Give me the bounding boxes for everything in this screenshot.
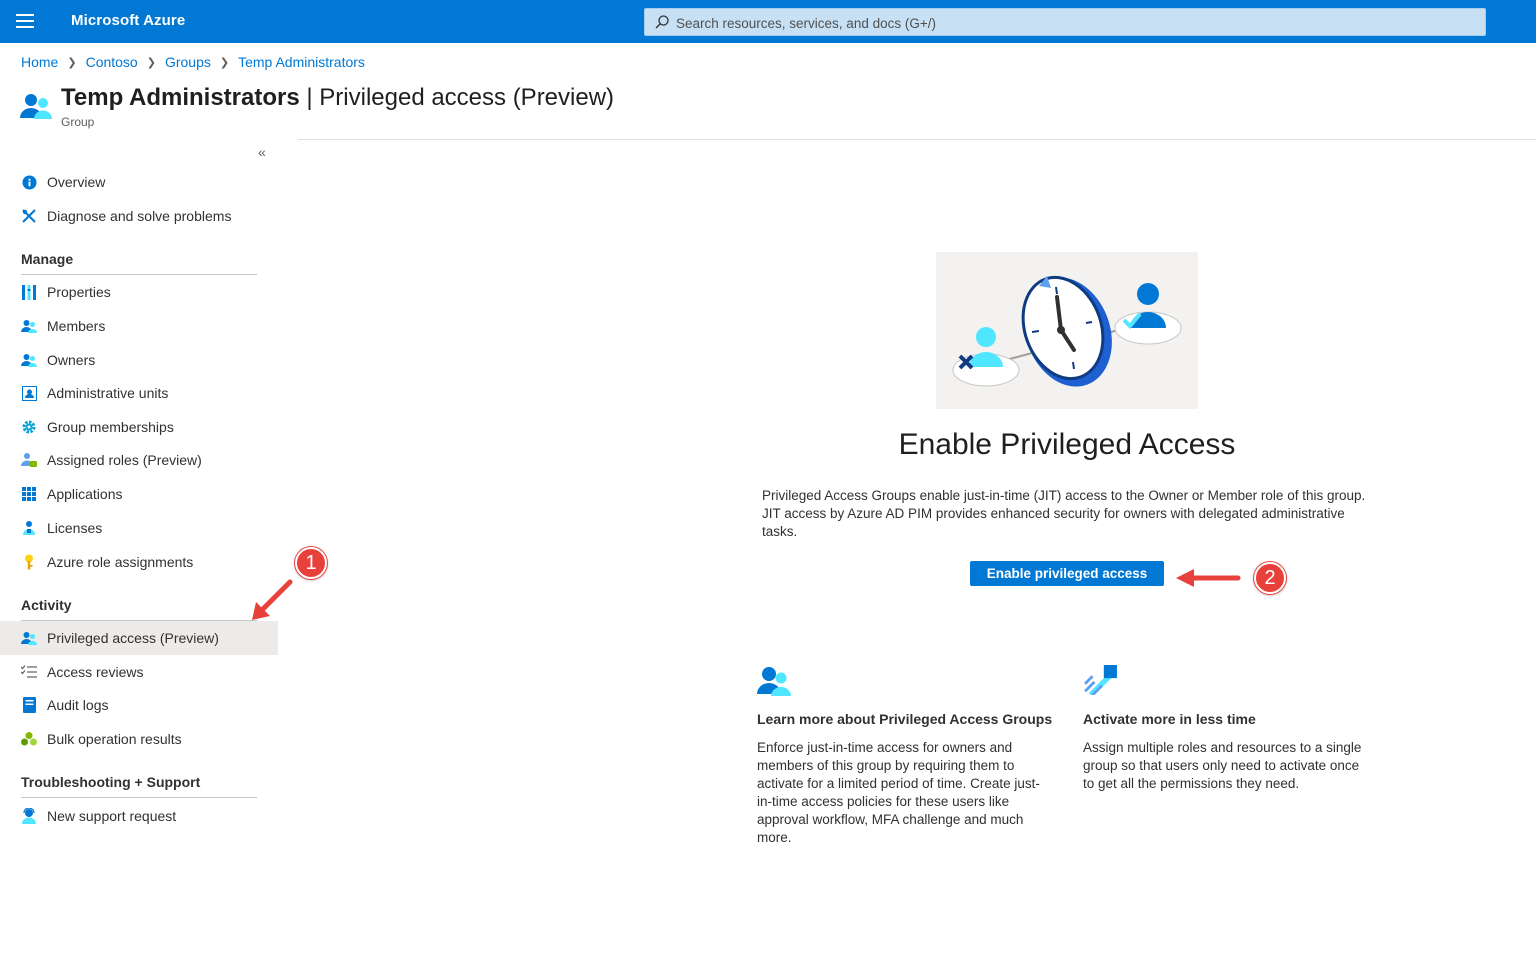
chevron-right-icon: ❯	[146, 56, 156, 69]
sidebar-item-new-support-request[interactable]: New support request	[0, 799, 278, 833]
callout-badge-1: 1	[295, 547, 327, 579]
sidebar-item-label: Administrative units	[47, 385, 169, 401]
sidebar-item-label: Audit logs	[47, 697, 109, 713]
header-divider	[298, 139, 1536, 140]
properties-icon	[21, 284, 37, 300]
section-heading-manage: Manage	[21, 251, 74, 267]
checklist-icon	[21, 664, 37, 680]
sidebar-item-audit-logs[interactable]: Audit logs	[0, 688, 278, 722]
main-heading: Enable Privileged Access	[898, 428, 1236, 461]
sidebar-item-members[interactable]: Members	[0, 309, 278, 343]
group-icon	[20, 94, 52, 119]
chevron-right-icon: ❯	[219, 56, 230, 69]
sidebar-item-overview[interactable]: Overview	[0, 165, 278, 199]
bulk-icon	[21, 731, 37, 747]
enable-privileged-access-button[interactable]: Enable privileged access	[970, 561, 1164, 586]
card-text-activate-more: Assign multiple roles and resources to a…	[1083, 740, 1362, 791]
key-icon	[21, 554, 37, 570]
group-icon	[757, 667, 791, 696]
sidebar-item-label: Group memberships	[47, 419, 174, 435]
sidebar-item-label: Licenses	[47, 520, 103, 536]
sidebar-item-privileged-access[interactable]: Privileged access (Preview)	[0, 621, 278, 655]
sidebar-item-label: Azure role assignments	[47, 554, 194, 570]
sidebar-item-diagnose[interactable]: Diagnose and solve problems	[0, 199, 278, 233]
sidebar-item-label: Members	[47, 318, 106, 334]
sidebar-item-bulk-operation-results[interactable]: Bulk operation results	[0, 722, 278, 756]
sidebar-item-label: Diagnose and solve problems	[47, 208, 232, 224]
sidebar-item-owners[interactable]: Owners	[0, 343, 278, 377]
sidebar-item-licenses[interactable]: Licenses	[0, 511, 278, 545]
card-title-learn-more: Learn more about Privileged Access Group…	[757, 711, 1053, 727]
sidebar-item-label: Access reviews	[47, 664, 144, 680]
main-description: Privileged Access Groups enable just-in-…	[762, 488, 1366, 539]
sidebar-item-label: Owners	[47, 352, 96, 368]
global-search[interactable]	[644, 8, 1486, 36]
card-text-learn-more: Enforce just-in-time access for owners a…	[757, 740, 1040, 845]
page-subtitle: Group	[61, 115, 95, 129]
admin-units-icon	[21, 385, 37, 401]
section-heading-activity: Activity	[21, 597, 72, 613]
sidebar-item-assigned-roles[interactable]: Assigned roles (Preview)	[0, 443, 278, 477]
license-icon	[21, 520, 37, 536]
hamburger-menu-icon[interactable]	[16, 14, 34, 28]
members-icon	[21, 318, 37, 334]
page-title-blade-name: | Privileged access (Preview)	[299, 84, 615, 111]
sidebar-item-properties[interactable]: Properties	[0, 275, 278, 309]
page-title-group-name: Temp Administrators	[61, 84, 300, 111]
wrench-icon	[21, 208, 37, 224]
sidebar-item-label: Properties	[47, 284, 111, 300]
breadcrumb-temp-administrators[interactable]: Temp Administrators	[238, 54, 365, 70]
callout-arrow-2	[1176, 569, 1241, 587]
sidebar-item-administrative-units[interactable]: Administrative units	[0, 376, 278, 410]
sidebar-item-label: Applications	[47, 486, 123, 502]
top-bar: Microsoft Azure	[0, 0, 1536, 43]
sidebar-item-access-reviews[interactable]: Access reviews	[0, 655, 278, 689]
search-input[interactable]	[676, 13, 1466, 33]
chevron-right-icon: ❯	[67, 56, 77, 69]
info-icon	[21, 174, 37, 190]
callout-badge-2: 2	[1254, 562, 1286, 594]
sidebar-item-azure-role-assignments[interactable]: Azure role assignments	[0, 545, 278, 579]
section-divider	[21, 797, 257, 798]
sidebar-item-label: Assigned roles (Preview)	[47, 452, 202, 468]
callout-arrow-1	[252, 579, 293, 620]
owners-icon	[21, 352, 37, 368]
sidebar-item-label: Overview	[47, 174, 106, 190]
sidebar-item-label: Privileged access (Preview)	[47, 630, 219, 646]
gear-icon	[21, 419, 37, 435]
collapse-sidebar-button[interactable]: «	[258, 144, 266, 160]
sidebar-item-applications[interactable]: Applications	[0, 477, 278, 511]
section-heading-troubleshooting: Troubleshooting + Support	[21, 774, 201, 790]
apps-grid-icon	[21, 486, 37, 502]
sidebar-item-label: Bulk operation results	[47, 731, 182, 747]
sidebar-item-label: New support request	[47, 808, 177, 824]
brand-title[interactable]: Microsoft Azure	[71, 12, 185, 29]
page-title: Temp Administrators | Privileged access …	[61, 84, 614, 112]
card-title-activate-more: Activate more in less time	[1083, 711, 1256, 727]
privileged-access-icon	[21, 630, 37, 646]
assigned-roles-icon	[21, 452, 37, 468]
breadcrumb: Home ❯ Contoso ❯ Groups ❯ Temp Administr…	[21, 54, 365, 70]
sidebar-item-group-memberships[interactable]: Group memberships	[0, 410, 278, 444]
rocket-icon	[1084, 665, 1117, 695]
breadcrumb-groups[interactable]: Groups	[165, 54, 211, 70]
log-icon	[21, 697, 37, 713]
breadcrumb-contoso[interactable]: Contoso	[86, 54, 138, 70]
breadcrumb-home[interactable]: Home	[21, 54, 58, 70]
support-icon	[21, 808, 37, 824]
hero-illustration	[936, 252, 1198, 409]
clock-users-illustration	[952, 275, 1182, 387]
search-icon	[655, 15, 669, 29]
